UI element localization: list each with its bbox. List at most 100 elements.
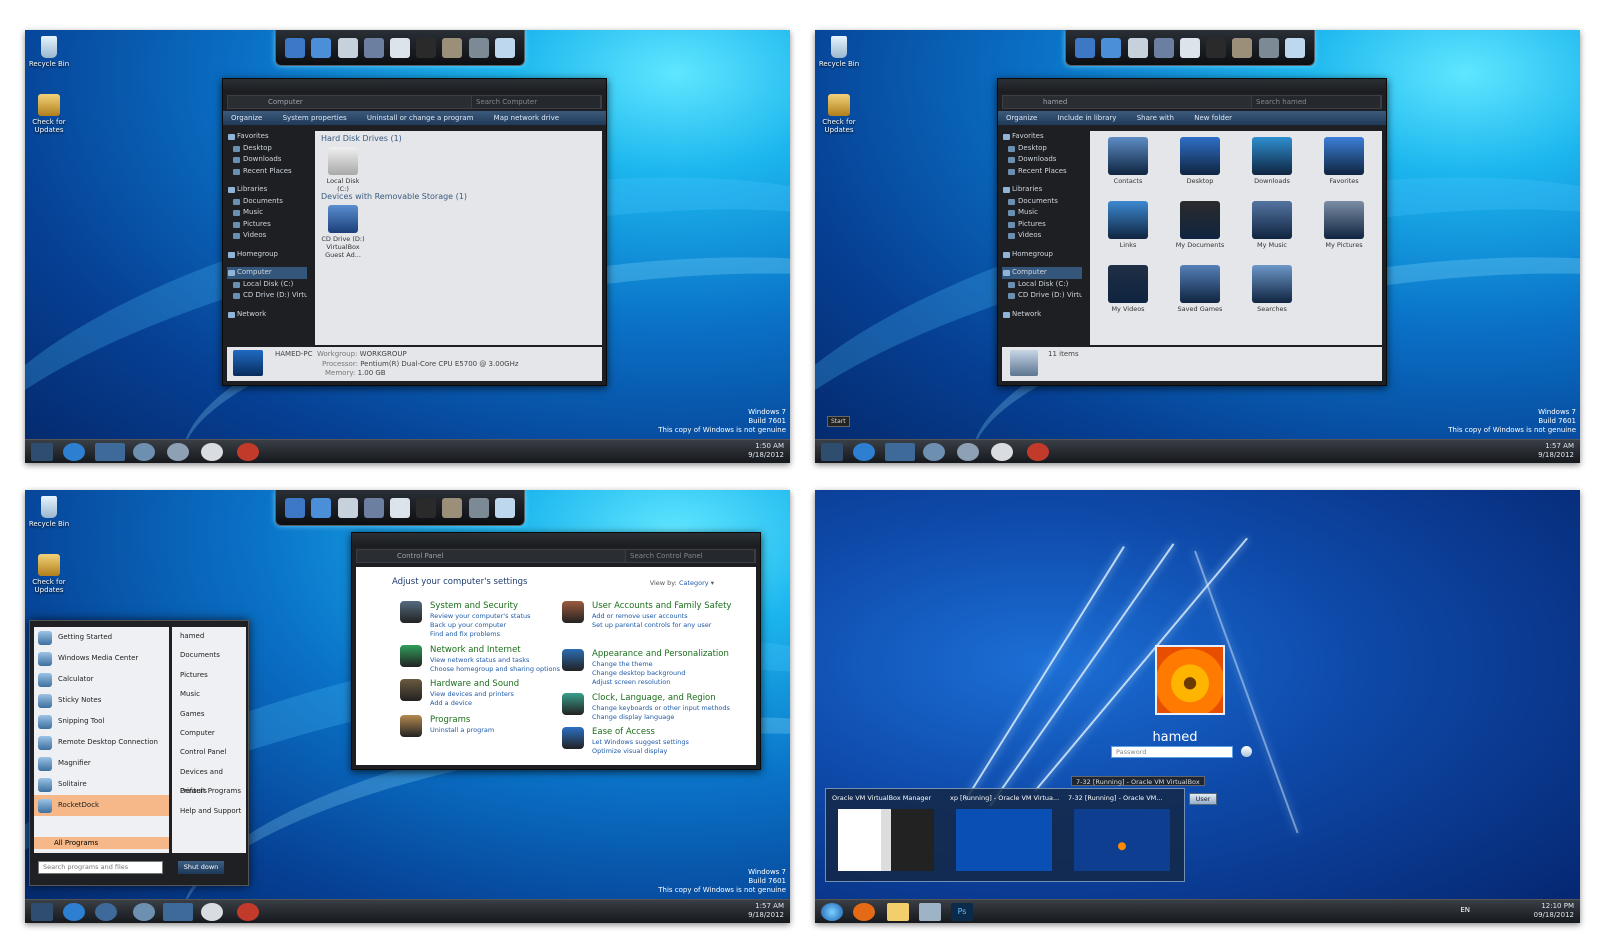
- drive-local-disk[interactable]: Local Disk (C:): [321, 147, 365, 193]
- nav-item[interactable]: CD Drive (D:) Virtu: [227, 290, 307, 302]
- category-link[interactable]: Choose homegroup and sharing options: [430, 665, 560, 673]
- start-menu-program[interactable]: Sticky Notes: [34, 690, 169, 711]
- category-link[interactable]: View network status and tasks: [430, 656, 529, 664]
- category-link[interactable]: Find and fix problems: [430, 630, 500, 638]
- category-link[interactable]: Add a device: [430, 699, 472, 707]
- dock-icon[interactable]: [389, 37, 410, 58]
- toolbar-organize[interactable]: Organize: [231, 114, 262, 122]
- nav-item[interactable]: Desktop: [1002, 143, 1082, 155]
- shutdown-button[interactable]: Shut down: [178, 861, 224, 874]
- search-input[interactable]: Search hamed: [1251, 95, 1381, 109]
- category-title[interactable]: Programs: [430, 715, 470, 725]
- category-link[interactable]: Review your computer's status: [430, 612, 531, 620]
- start-menu-program[interactable]: Getting Started: [34, 627, 169, 648]
- toolbar-organize[interactable]: Organize: [1006, 114, 1037, 122]
- clock[interactable]: 1:57 AM 9/18/2012: [1538, 442, 1574, 460]
- toolbar-share-with[interactable]: Share with: [1137, 114, 1174, 122]
- nav-item[interactable]: Desktop: [227, 143, 307, 155]
- nav-item[interactable]: Pictures: [1002, 219, 1082, 231]
- folder-item[interactable]: My Documents: [1172, 201, 1228, 249]
- toolbar-uninstall[interactable]: Uninstall or change a program: [367, 114, 474, 122]
- start-menu-program[interactable]: Solitaire: [34, 774, 169, 795]
- start-menu-place[interactable]: Computer: [172, 724, 246, 743]
- nav-item[interactable]: Computer: [227, 267, 307, 279]
- address-bar[interactable]: Computer Search Computer: [227, 95, 602, 109]
- category-link[interactable]: Let Windows suggest settings: [592, 738, 689, 746]
- submit-arrow-icon[interactable]: [1241, 746, 1252, 757]
- folder-item[interactable]: Favorites: [1316, 137, 1372, 185]
- dock-icon[interactable]: [311, 37, 332, 58]
- dock-icon[interactable]: [1232, 37, 1253, 58]
- category-link[interactable]: Set up parental controls for any user: [592, 621, 711, 629]
- folder-item[interactable]: Links: [1100, 201, 1156, 249]
- nav-item[interactable]: Network: [1002, 309, 1082, 321]
- dock-icon[interactable]: [494, 37, 515, 58]
- dock-icon[interactable]: [1206, 37, 1227, 58]
- nav-item[interactable]: Homegroup: [1002, 249, 1082, 261]
- dock-icon[interactable]: [1075, 37, 1096, 58]
- toolbar-map-drive[interactable]: Map network drive: [494, 114, 559, 122]
- nav-item[interactable]: Local Disk (C:): [1002, 279, 1082, 291]
- firefox-icon[interactable]: [853, 903, 875, 921]
- dock-icon[interactable]: [311, 497, 332, 518]
- password-input[interactable]: Password: [1111, 746, 1233, 758]
- nav-item[interactable]: Downloads: [1002, 154, 1082, 166]
- category-title[interactable]: Appearance and Personalization: [592, 649, 729, 659]
- dock-icon[interactable]: [285, 497, 306, 518]
- media-icon[interactable]: [923, 443, 945, 461]
- explorer-taskbar-icon[interactable]: [885, 443, 915, 461]
- folder-item[interactable]: Saved Games: [1172, 265, 1228, 313]
- start-menu-program[interactable]: Snipping Tool: [34, 711, 169, 732]
- category-link[interactable]: Adjust screen resolution: [592, 678, 670, 686]
- address-bar[interactable]: hamed Search hamed: [1002, 95, 1382, 109]
- desktop-icon-recycle-bin[interactable]: Recycle Bin: [27, 36, 71, 68]
- nav-item[interactable]: Favorites: [1002, 131, 1082, 143]
- nav-item[interactable]: Computer: [1002, 267, 1082, 279]
- dock-icon[interactable]: [468, 37, 489, 58]
- start-menu-place[interactable]: Documents: [172, 646, 246, 665]
- nav-item[interactable]: Recent Places: [227, 166, 307, 178]
- folder-icon[interactable]: [887, 903, 909, 921]
- rocket-icon[interactable]: [237, 443, 259, 461]
- category-link[interactable]: Back up your computer: [430, 621, 506, 629]
- tools-icon[interactable]: [163, 903, 193, 921]
- notes-icon[interactable]: [201, 443, 223, 461]
- nav-item[interactable]: Documents: [1002, 196, 1082, 208]
- view-by-dropdown[interactable]: Category: [679, 579, 709, 587]
- category-title[interactable]: Clock, Language, and Region: [592, 693, 716, 703]
- notes-icon[interactable]: [991, 443, 1013, 461]
- folder-item[interactable]: My Music: [1244, 201, 1300, 249]
- start-button[interactable]: [31, 443, 53, 461]
- start-menu-place[interactable]: Devices and Printers: [172, 763, 246, 795]
- start-search-input[interactable]: Search programs and files: [38, 861, 163, 874]
- window-titlebar[interactable]: [223, 79, 606, 93]
- ie-icon[interactable]: [63, 903, 85, 921]
- nav-item[interactable]: Music: [1002, 207, 1082, 219]
- dock-icon[interactable]: [468, 497, 489, 518]
- user-button[interactable]: User: [1189, 793, 1217, 805]
- nav-item[interactable]: CD Drive (D:) Virtu: [1002, 290, 1082, 302]
- nav-item[interactable]: Homegroup: [227, 249, 307, 261]
- start-button[interactable]: [821, 443, 843, 461]
- notes-icon[interactable]: [201, 903, 223, 921]
- dock-icon[interactable]: [442, 497, 463, 518]
- dock-icon[interactable]: [363, 497, 384, 518]
- dock-icon[interactable]: [1127, 37, 1148, 58]
- folder-item[interactable]: My Videos: [1100, 265, 1156, 313]
- dock-icon[interactable]: [337, 497, 358, 518]
- folder-item[interactable]: Desktop: [1172, 137, 1228, 185]
- nav-item[interactable]: Libraries: [1002, 184, 1082, 196]
- folder-item[interactable]: My Pictures: [1316, 201, 1372, 249]
- start-menu-program[interactable]: Calculator: [34, 669, 169, 690]
- nav-item[interactable]: Videos: [1002, 230, 1082, 242]
- start-menu-place[interactable]: Pictures: [172, 666, 246, 685]
- dock-icon[interactable]: [1179, 37, 1200, 58]
- nav-item[interactable]: Favorites: [227, 131, 307, 143]
- group-header-removable[interactable]: Devices with Removable Storage (1): [315, 189, 473, 204]
- start-menu-place[interactable]: Music: [172, 685, 246, 704]
- window-titlebar[interactable]: [998, 79, 1386, 93]
- nav-item[interactable]: Network: [227, 309, 307, 321]
- thumbnail-vbox-manager[interactable]: Oracle VM VirtualBox Manager: [832, 793, 942, 877]
- window-titlebar[interactable]: [352, 533, 760, 547]
- start-menu-program[interactable]: Magnifier: [34, 753, 169, 774]
